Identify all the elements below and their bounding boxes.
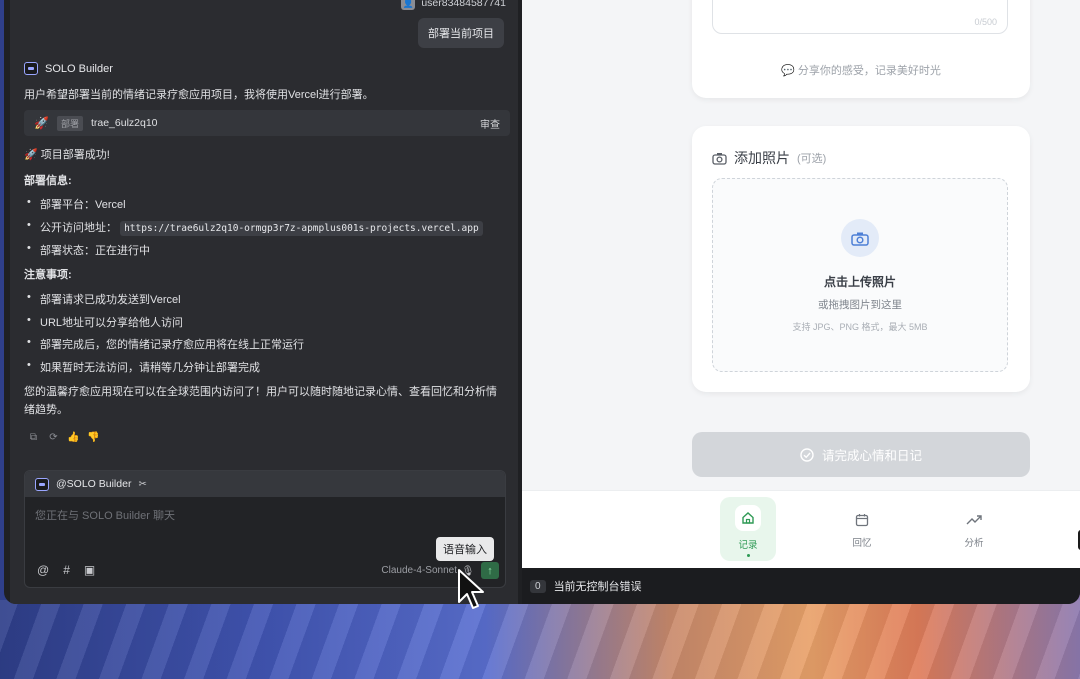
tab-label: 分析 [964, 538, 984, 549]
bot-intro: 用户希望部署当前的情绪记录疗愈应用项目，我将使用Vercel进行部署。 [24, 89, 374, 101]
review-button[interactable]: 审查 [480, 116, 500, 131]
message-actions: ⧉ ⟳ 👍 👎 [28, 432, 100, 443]
tab-analysis[interactable]: 分析 [946, 497, 1002, 561]
tab-label: 记录 [738, 540, 758, 551]
info-heading: 部署信息: [24, 175, 72, 187]
tools-icon[interactable]: ✂ [138, 479, 146, 490]
chat-input[interactable]: 您正在与 SOLO Builder 聊天 [35, 507, 175, 523]
submit-button[interactable]: 请完成心情和日记 [692, 432, 1030, 477]
image-icon[interactable]: ▣ [84, 563, 95, 577]
note-item: 部署请求已成功发送到Vercel [27, 291, 181, 307]
solo-builder-icon [24, 62, 38, 75]
at-icon[interactable]: @ [37, 563, 49, 577]
diary-card: 0/500 💬 分享你的感受，记录美好时光 [692, 0, 1030, 98]
bottom-tab-bar: 记录 回忆 分析 [522, 490, 1080, 568]
photo-card: 添加照片 (可选) 点击上传照片 或拖拽图片到这里 支持 JPG、PNG 格式，… [692, 126, 1030, 392]
deploy-url[interactable]: https://trae6ulz2q10-ormgp3r7z-apmplus00… [120, 221, 483, 236]
camera-icon [712, 152, 727, 165]
thumbs-down-icon[interactable]: 👎 [87, 432, 99, 443]
share-hint: 💬 分享你的感受，记录美好时光 [692, 62, 1030, 78]
user-header: 👤 user83484587741 [401, 0, 506, 10]
submit-label: 请完成心情和日记 [821, 449, 922, 463]
user-avatar: 👤 [401, 0, 416, 10]
calendar-icon [855, 511, 869, 529]
photo-dropzone[interactable]: 点击上传照片 或拖拽图片到这里 支持 JPG、PNG 格式，最大 5MB [712, 178, 1008, 372]
url-label: 公开访问地址： [40, 222, 117, 234]
rocket-icon: 🚀 [34, 116, 49, 130]
upload-title: 点击上传照片 [823, 275, 896, 289]
trend-icon [966, 511, 982, 529]
optional-label: (可选) [797, 153, 827, 165]
model-selector[interactable]: Claude-4-Sonnet [381, 565, 457, 576]
bot-name: SOLO Builder [45, 62, 113, 75]
hash-icon[interactable]: # [63, 563, 70, 577]
deploy-success: 🚀 项目部署成功! [24, 149, 110, 161]
home-icon [735, 505, 761, 531]
tool-id: trae_6ulz2q10 [90, 117, 158, 129]
mouse-cursor-icon [458, 569, 484, 609]
chat-bubble-icon: 💬 [781, 65, 795, 77]
bot-header: SOLO Builder [24, 62, 113, 75]
note-item: 如果暂时无法访问，请稍等几分钟让部署完成 [27, 359, 260, 375]
tab-label: 回忆 [852, 538, 872, 549]
photo-title-text: 添加照片 [734, 150, 790, 166]
closing-text: 您的温馨疗愈应用现在可以在全球范围内访问了！用户可以随时随地记录心情、查看回忆和… [24, 386, 497, 416]
upload-subtitle: 或拖拽图片到这里 [818, 299, 902, 311]
console-status-bar: 0 当前无控制台错误 [522, 568, 1080, 604]
info-platform: 部署平台：Vercel [27, 196, 126, 212]
chat-panel: 👤 user83484587741 部署当前项目 SOLO Builder 用户… [10, 0, 518, 604]
chat-composer: @SOLO Builder ✂ 您正在与 SOLO Builder 聊天 @ #… [24, 470, 506, 588]
console-message: 当前无控制台错误 [553, 581, 642, 593]
diary-textarea[interactable]: 0/500 [712, 0, 1008, 34]
composer-tools: @ # ▣ [37, 563, 95, 577]
composer-mention-bar: @SOLO Builder ✂ [25, 471, 505, 497]
tab-memories[interactable]: 回忆 [834, 497, 890, 561]
refresh-icon[interactable]: ⟳ [48, 432, 59, 443]
mention-label: @SOLO Builder [56, 478, 132, 490]
app-preview: 0/500 💬 分享你的感受，记录美好时光 添加照片 (可选) 点击上传照片 或… [522, 0, 1080, 568]
user-message: 部署当前项目 [418, 18, 504, 48]
char-counter: 0/500 [974, 17, 997, 27]
user-name: user83484587741 [421, 0, 506, 9]
tool-tag: 部署 [56, 115, 83, 131]
thumbs-up-icon[interactable]: 👍 [67, 432, 79, 443]
info-url: 公开访问地址： https://trae6ulz2q10-ormgp3r7z-a… [27, 219, 483, 236]
upload-camera-icon [841, 219, 879, 257]
tab-record[interactable]: 记录 [720, 497, 776, 561]
active-dot [746, 554, 750, 557]
note-item: 部署完成后，您的情绪记录疗愈应用将在线上正常运行 [27, 336, 304, 352]
voice-input-tooltip: 语音输入 [436, 537, 494, 561]
app-window: 👤 user83484587741 部署当前项目 SOLO Builder 用户… [4, 0, 1080, 604]
copy-icon[interactable]: ⧉ [28, 432, 39, 443]
photo-title: 添加照片 (可选) [712, 148, 826, 168]
error-count: 0 [530, 579, 546, 593]
share-hint-text: 分享你的感受，记录美好时光 [797, 65, 941, 77]
upload-hint: 支持 JPG、PNG 格式，最大 5MB [792, 322, 928, 332]
notes-heading: 注意事项: [24, 269, 72, 281]
note-item: URL地址可以分享给他人访问 [27, 314, 183, 330]
check-circle-icon [800, 447, 814, 462]
info-status: 部署状态：正在进行中 [27, 242, 150, 258]
solo-builder-icon [35, 477, 49, 491]
wallpaper-pattern [0, 600, 1080, 679]
deploy-tool-call[interactable]: 🚀 部署 trae_6ulz2q10 审查 [24, 110, 510, 136]
